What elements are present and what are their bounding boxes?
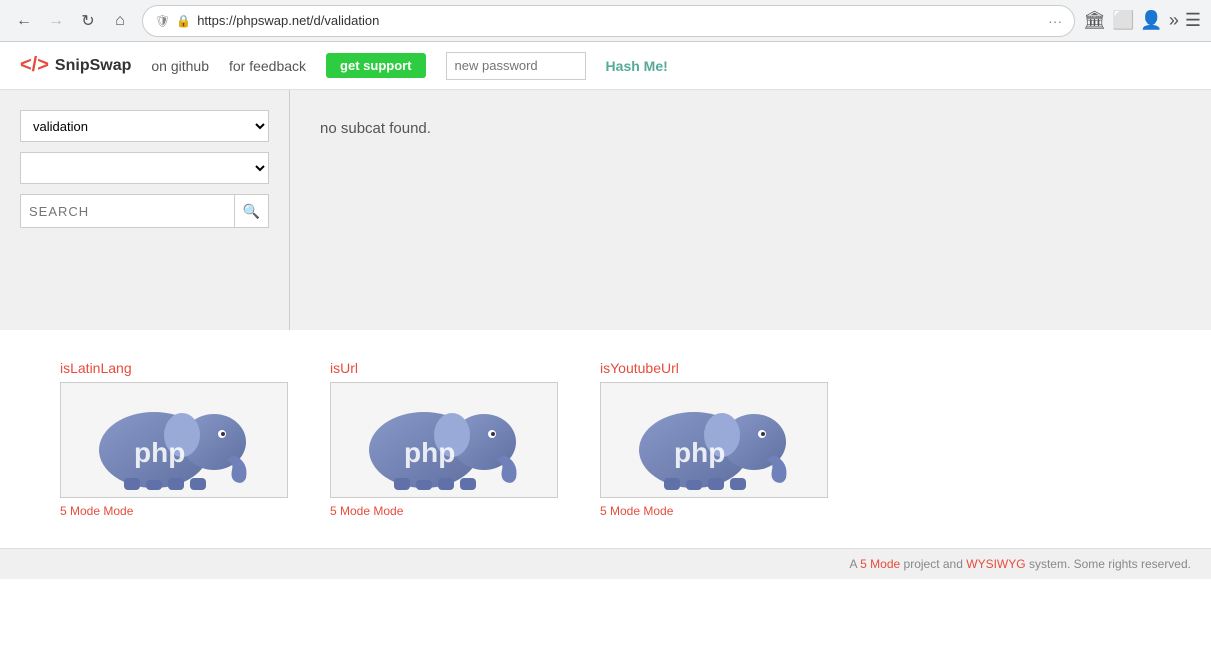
forward-button[interactable]: → — [42, 7, 70, 35]
snippet-thumb-2[interactable]: php — [600, 382, 828, 498]
reload-button[interactable]: ↻ — [74, 7, 102, 35]
mode-text-0: Mode — [103, 504, 133, 518]
hash-me-button[interactable]: Hash Me! — [606, 58, 668, 74]
right-panel: no subcat found. — [290, 90, 1211, 330]
address-bar-menu[interactable]: ··· — [1048, 13, 1062, 29]
snippet-title-1[interactable]: isUrl — [330, 360, 358, 376]
snippet-title-2[interactable]: isYoutubeUrl — [600, 360, 679, 376]
nav-buttons: ← → ↻ ⌂ — [10, 7, 134, 35]
address-bar[interactable]: 🛡 🔒 ··· — [142, 5, 1075, 37]
php-logo-2: php — [614, 390, 814, 490]
github-link[interactable]: on github — [151, 58, 209, 74]
security-icon: 🛡 — [155, 14, 170, 28]
subcategory-select[interactable] — [20, 152, 269, 184]
overflow-icon[interactable]: » — [1169, 10, 1179, 31]
search-input[interactable] — [20, 194, 235, 228]
mode-link-1[interactable]: 5 Mode — [330, 504, 370, 518]
search-button[interactable]: 🔍 — [235, 194, 269, 228]
snippets-grid: isLatinLang — [60, 360, 1151, 518]
php-logo-1: php — [344, 390, 544, 490]
search-icon: 🔍 — [243, 203, 260, 220]
svg-text:php: php — [404, 437, 455, 468]
mode-link-2[interactable]: 5 Mode — [600, 504, 640, 518]
category-select[interactable]: validation — [20, 110, 269, 142]
snippet-title-0[interactable]: isLatinLang — [60, 360, 132, 376]
snippet-thumb-0[interactable]: php — [60, 382, 288, 498]
footer: A 5 Mode project and WYSIWYG system. Som… — [0, 548, 1211, 579]
feedback-link[interactable]: for feedback — [229, 58, 306, 74]
footer-text3: system. Some rights reserved. — [1029, 557, 1191, 571]
logo-icon: </> — [20, 54, 49, 77]
no-subcat-message: no subcat found. — [320, 120, 1181, 137]
mode-link-0[interactable]: 5 Mode — [60, 504, 100, 518]
snippet-mode-1: 5 Mode Mode — [330, 504, 403, 518]
password-input[interactable] — [446, 52, 586, 80]
footer-text: A — [849, 557, 860, 571]
browser-chrome: ← → ↻ ⌂ 🛡 🔒 ··· 🏛 ⬜ 👤 » ☰ — [0, 0, 1211, 42]
app-header: </> SnipSwap on github for feedback get … — [0, 42, 1211, 90]
url-input[interactable] — [197, 13, 1038, 28]
list-item: isYoutubeUrl — [600, 360, 830, 518]
mode-text-2: Mode — [643, 504, 673, 518]
lock-icon: 🔒 — [176, 14, 191, 28]
pocket-icon[interactable]: 🏛 — [1083, 10, 1106, 31]
menu-icon[interactable]: ☰ — [1185, 10, 1201, 31]
list-item: isUrl — [330, 360, 560, 518]
profile-icon[interactable]: 👤 — [1140, 10, 1162, 31]
browser-actions: 🏛 ⬜ 👤 » ☰ — [1083, 10, 1201, 31]
svg-text:php: php — [674, 437, 725, 468]
sidebar: validation 🔍 — [0, 90, 290, 330]
snippet-mode-0: 5 Mode Mode — [60, 504, 133, 518]
svg-text:php: php — [134, 437, 185, 468]
footer-mode-link[interactable]: 5 Mode — [860, 557, 900, 571]
footer-wysiwyg-link[interactable]: WYSIWYG — [966, 557, 1025, 571]
home-button[interactable]: ⌂ — [106, 7, 134, 35]
snippets-section: isLatinLang — [0, 330, 1211, 548]
logo-link[interactable]: </> SnipSwap — [20, 54, 131, 77]
tab-view-icon[interactable]: ⬜ — [1112, 10, 1134, 31]
search-row: 🔍 — [20, 194, 269, 228]
list-item: isLatinLang — [60, 360, 290, 518]
php-logo-0: php — [74, 390, 274, 490]
get-support-button[interactable]: get support — [326, 53, 426, 78]
footer-text2: project and — [904, 557, 967, 571]
snippet-thumb-1[interactable]: php — [330, 382, 558, 498]
logo-text: SnipSwap — [55, 57, 131, 75]
main-content: validation 🔍 no subcat found. — [0, 90, 1211, 330]
mode-text-1: Mode — [373, 504, 403, 518]
back-button[interactable]: ← — [10, 7, 38, 35]
snippet-mode-2: 5 Mode Mode — [600, 504, 673, 518]
